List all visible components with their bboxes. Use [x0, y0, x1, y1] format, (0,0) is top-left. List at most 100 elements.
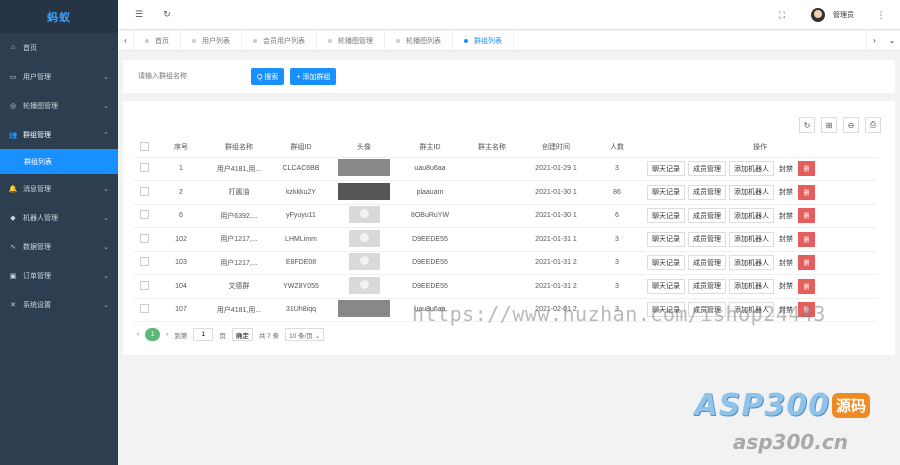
ban-link[interactable]: 封禁 — [777, 258, 795, 268]
row-checkbox[interactable] — [139, 210, 149, 220]
chat-history-button[interactable]: 聊天记录 — [647, 208, 685, 224]
page-next-icon[interactable]: › — [166, 331, 168, 338]
columns-icon[interactable]: ⊞ — [821, 117, 837, 133]
goto-page-input[interactable] — [193, 328, 214, 341]
member-manage-button[interactable]: 成员管理 — [688, 184, 726, 200]
sidebar-item-group[interactable]: 👥 群组管理 ⌃ — [0, 120, 118, 149]
goto-confirm-button[interactable]: 确定 — [231, 328, 253, 341]
sidebar-item-order[interactable]: ▣ 订单管理 ⌄ — [0, 261, 118, 290]
tab-2[interactable]: 会员用户列表 — [242, 30, 317, 51]
add-robot-button[interactable]: 添加机器人 — [729, 278, 774, 294]
table-toolbar: ↻ ⊞ ⊖ ⎙ — [799, 117, 881, 133]
row-checkbox[interactable] — [139, 186, 149, 196]
cell-owner: uau8u6aa — [397, 157, 463, 181]
tab-3[interactable]: 轮播图管理 — [317, 30, 385, 51]
chat-history-button[interactable]: 聊天记录 — [647, 255, 685, 271]
cell-seq: 6 — [155, 204, 207, 228]
sidebar-item-settings[interactable]: ✕ 系统设置 ⌄ — [0, 290, 118, 319]
row-checkbox[interactable] — [139, 304, 149, 314]
cell-seq: 102 — [155, 227, 207, 252]
sidebar-item-chart[interactable]: ∿ 数据管理 ⌄ — [0, 232, 118, 261]
tab-4[interactable]: 轮播图列表 — [385, 30, 453, 51]
tab-1[interactable]: 用户列表 — [181, 30, 242, 51]
cell-created: 2021-01-30 1 — [521, 204, 591, 228]
ban-link[interactable]: 封禁 — [777, 187, 795, 197]
tab-next-icon[interactable]: › — [866, 30, 882, 51]
tab-5[interactable]: 群组列表 — [453, 30, 514, 51]
image-icon: ◎ — [9, 102, 17, 110]
group-avatar — [348, 206, 380, 224]
cell-gid: YWZ8Y055 — [271, 274, 331, 299]
tab-label: 首页 — [155, 37, 169, 45]
member-manage-button[interactable]: 成员管理 — [688, 161, 726, 177]
delete-button[interactable]: 删 — [798, 208, 815, 224]
chat-history-button[interactable]: 聊天记录 — [647, 184, 685, 200]
tab-prev-icon[interactable]: ‹ — [118, 30, 134, 51]
sidebar-item-image[interactable]: ◎ 轮播图管理 ⌄ — [0, 91, 118, 120]
avatar[interactable] — [811, 8, 825, 22]
more-icon[interactable]: ⋮ — [874, 8, 888, 22]
add-robot-button[interactable]: 添加机器人 — [729, 231, 774, 247]
app-logo[interactable]: 蚂蚁 — [0, 0, 118, 33]
add-robot-button[interactable]: 添加机器人 — [729, 184, 774, 200]
cell-avatar — [331, 180, 397, 205]
select-all-checkbox[interactable] — [139, 141, 149, 151]
chat-history-button[interactable]: 聊天记录 — [647, 231, 685, 247]
row-checkbox[interactable] — [139, 233, 149, 243]
row-checkbox[interactable] — [139, 163, 149, 173]
ban-link[interactable]: 封禁 — [777, 281, 795, 291]
add-robot-button[interactable]: 添加机器人 — [729, 255, 774, 271]
cell-ops: 聊天记录 成员管理 添加机器人 封禁删 — [643, 227, 877, 252]
page-current[interactable]: 1 — [145, 328, 161, 341]
add-group-button[interactable]: + 添加群组 — [290, 68, 337, 85]
add-robot-button[interactable]: 添加机器人 — [729, 208, 774, 224]
cell-count: 3 — [591, 157, 643, 181]
delete-button[interactable]: 删 — [798, 184, 815, 200]
delete-button[interactable]: 删 — [798, 278, 815, 294]
member-manage-button[interactable]: 成员管理 — [688, 255, 726, 271]
add-robot-button[interactable]: 添加机器人 — [729, 161, 774, 177]
ban-link[interactable]: 封禁 — [777, 164, 795, 174]
ban-link[interactable]: 封禁 — [777, 234, 795, 244]
row-actions: 聊天记录 成员管理 添加机器人 封禁删 — [643, 208, 877, 224]
ban-link[interactable]: 封禁 — [777, 211, 795, 221]
sidebar-item-robot[interactable]: ◆ 机器人管理 ⌄ — [0, 203, 118, 232]
search-button[interactable]: Q 搜索 — [251, 68, 285, 85]
print-icon[interactable]: ⎙ — [865, 117, 881, 133]
cell-owner_name — [463, 274, 521, 299]
column-header: 序号 — [155, 138, 207, 158]
sidebar: 蚂蚁 ⌂ 首页 ▭ 用户管理 ⌄ ◎ 轮播图管理 ⌄ 👥 群组管理 ⌃ 群组列表 🔔 消息管理 ⌄ ◆ 机器… — [0, 0, 118, 465]
table-refresh-icon[interactable]: ↻ — [799, 117, 815, 133]
export-icon[interactable]: ⊖ — [843, 117, 859, 133]
delete-button[interactable]: 删 — [798, 255, 815, 271]
sidebar-item-group-list[interactable]: 群组列表 — [0, 149, 118, 174]
user-name[interactable]: 管理员 — [833, 10, 854, 20]
refresh-icon[interactable]: ↻ — [160, 8, 174, 22]
row-checkbox-cell — [133, 204, 155, 228]
chevron-icon: ⌄ — [103, 185, 109, 193]
pagination: ‹ 1 › 到第 页 确定 共 7 条 10 条/页 ⌄ — [137, 328, 325, 341]
fullscreen-icon[interactable]: ⛶ — [775, 8, 789, 22]
sidebar-item-user[interactable]: ▭ 用户管理 ⌄ — [0, 62, 118, 91]
cell-ops: 聊天记录 成员管理 添加机器人 封禁删 — [643, 251, 877, 275]
row-checkbox[interactable] — [139, 280, 149, 290]
page-size-select[interactable]: 10 条/页 ⌄ — [285, 328, 325, 341]
tab-0[interactable]: 首页 — [134, 30, 181, 51]
sidebar-item-bell[interactable]: 🔔 消息管理 ⌄ — [0, 174, 118, 203]
member-manage-button[interactable]: 成员管理 — [688, 278, 726, 294]
sidebar-item-home[interactable]: ⌂ 首页 — [0, 33, 118, 62]
group-avatar — [338, 300, 390, 318]
member-manage-button[interactable]: 成员管理 — [688, 208, 726, 224]
cell-name: 用户1217,... — [207, 251, 271, 275]
menu-toggle-icon[interactable]: ☰ — [132, 8, 146, 22]
member-manage-button[interactable]: 成员管理 — [688, 231, 726, 247]
group-name-search-input[interactable] — [133, 68, 229, 85]
chat-history-button[interactable]: 聊天记录 — [647, 161, 685, 177]
delete-button[interactable]: 删 — [798, 161, 815, 177]
page-prev-icon[interactable]: ‹ — [137, 331, 139, 338]
row-actions: 聊天记录 成员管理 添加机器人 封禁删 — [643, 255, 877, 271]
tab-more-icon[interactable]: ⌄ — [884, 31, 900, 51]
delete-button[interactable]: 删 — [798, 231, 815, 247]
row-checkbox[interactable] — [139, 257, 149, 267]
chat-history-button[interactable]: 聊天记录 — [647, 278, 685, 294]
